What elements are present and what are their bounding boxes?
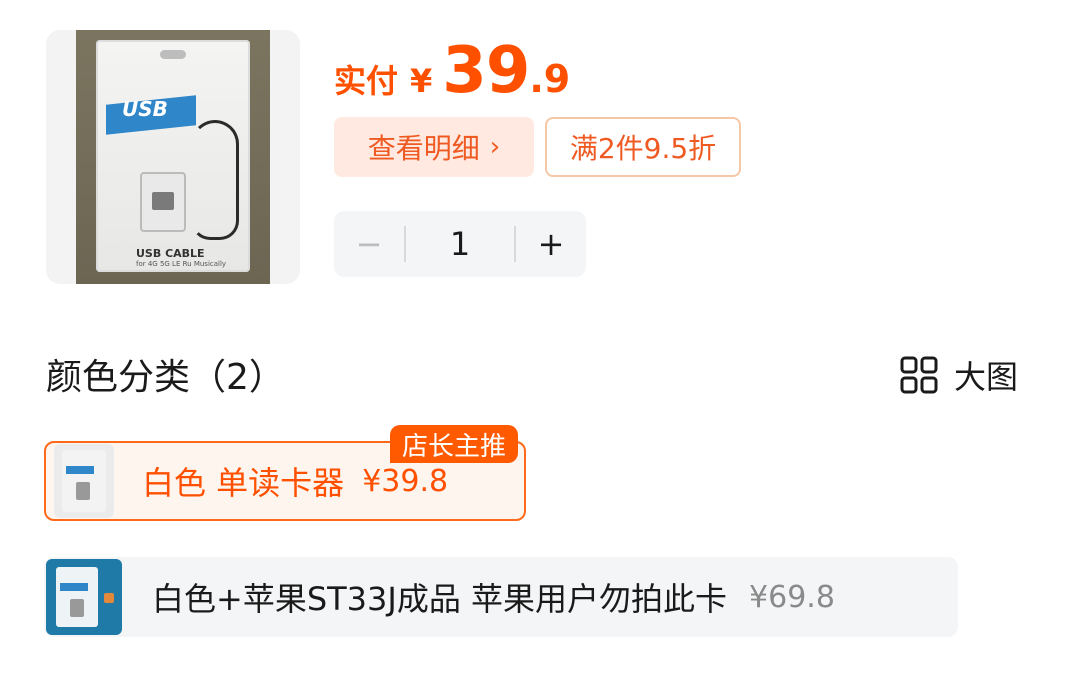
view-details-label: 查看明细 <box>367 132 480 165</box>
variant-price: ¥39.8 <box>362 463 449 499</box>
variant-thumbnail <box>54 444 114 518</box>
variant-thumb-reader <box>76 482 90 500</box>
pouch-caption: USB CABLE for 4G 5G LE Ru Musically <box>136 247 236 268</box>
discount-tag: 满2件9.5折 <box>545 117 741 177</box>
pouch-hang-hole <box>160 50 186 59</box>
variant-thumb-pouch <box>56 567 98 627</box>
quantity-value[interactable]: 1 <box>406 225 514 263</box>
variant-price: ¥69.8 <box>749 579 835 615</box>
variant-name: 白色 单读卡器 <box>142 464 345 502</box>
large-view-toggle[interactable]: 大图 <box>900 352 1018 398</box>
variants-section-title: 颜色分类（2） <box>46 357 285 398</box>
decrement-button[interactable]: − <box>334 225 404 263</box>
recommended-badge: 店长主推 <box>390 425 519 463</box>
variant-option[interactable]: 白色+苹果ST33J成品 苹果用户勿拍此卡 ¥69.8 <box>44 557 958 637</box>
pouch-brand-text: USB <box>122 97 168 121</box>
large-view-label: 大图 <box>954 358 1019 396</box>
variant-thumb-band <box>66 466 94 474</box>
quantity-stepper: − 1 + <box>334 211 586 277</box>
chevron-right-icon: › <box>489 132 501 162</box>
price-integer: 39 <box>442 34 530 108</box>
lanyard-cord <box>191 120 239 240</box>
product-photo: USB USB CABLE for 4G 5G LE Ru Musically <box>76 30 270 284</box>
pouch-caption-title: USB CABLE <box>136 247 205 260</box>
price-currency: ¥ <box>410 62 433 100</box>
card-reader <box>140 172 186 232</box>
price-decimal: .9 <box>529 57 571 101</box>
product-image[interactable]: USB USB CABLE for 4G 5G LE Ru Musically <box>46 30 300 284</box>
variant-thumb-pouch <box>62 450 106 512</box>
variant-thumbnail <box>46 559 122 635</box>
variant-thumb-band <box>60 583 88 591</box>
increment-button[interactable]: + <box>516 225 586 263</box>
variant-thumb-reader <box>70 599 84 617</box>
pouch-caption-sub: for 4G 5G LE Ru Musically <box>136 260 227 268</box>
product-pouch: USB USB CABLE for 4G 5G LE Ru Musically <box>96 40 250 272</box>
view-details-button[interactable]: 查看明细 › <box>334 117 534 177</box>
variant-thumb-chip <box>104 593 114 603</box>
price-row: 实付 ¥ 39 .9 <box>334 34 570 108</box>
variant-name: 白色+苹果ST33J成品 苹果用户勿拍此卡 <box>152 580 728 618</box>
grid-icon <box>900 356 938 394</box>
price-label: 实付 <box>334 62 399 100</box>
